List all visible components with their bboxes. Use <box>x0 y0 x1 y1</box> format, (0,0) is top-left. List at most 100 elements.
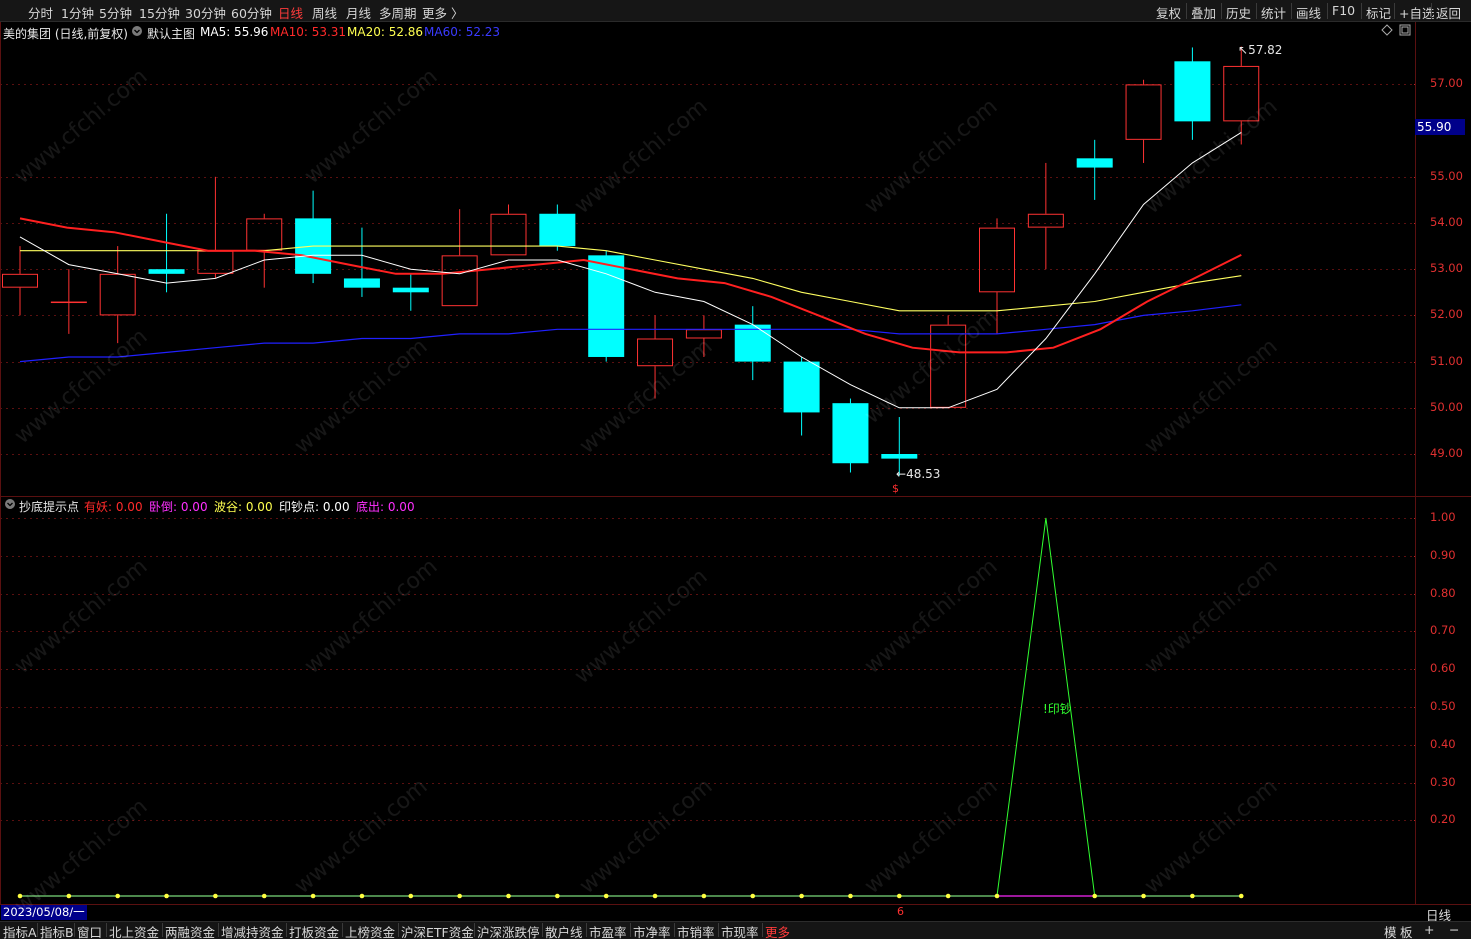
candlestick-chart[interactable] <box>0 40 1415 496</box>
indicator-value-4: 底出: 0.00 <box>356 500 415 514</box>
bottom-tab-1[interactable]: 指标B <box>40 922 74 939</box>
candle[interactable] <box>441 209 478 307</box>
tool-button-3[interactable]: 统计 <box>1261 3 1286 22</box>
price-tick-2: 54.00 <box>1430 215 1463 229</box>
toolbar-separator <box>1221 3 1222 19</box>
bottom-tab-5[interactable]: 增减持资金 <box>221 922 284 939</box>
candle[interactable] <box>2 246 38 316</box>
candle[interactable] <box>979 218 1015 334</box>
candle[interactable] <box>734 306 771 381</box>
tool-button-7[interactable]: +自选 <box>1399 3 1434 22</box>
tool-button-1[interactable]: 叠加 <box>1191 3 1216 22</box>
tool-button-6[interactable]: 标记 <box>1366 3 1391 22</box>
tab-separator <box>74 923 75 937</box>
period-tab-3[interactable]: 15分钟 <box>139 3 180 22</box>
window-icon[interactable] <box>1399 24 1411 39</box>
toolbar-separator <box>1186 3 1187 19</box>
bottom-tab-6[interactable]: 打板资金 <box>289 922 339 939</box>
candle[interactable] <box>783 356 820 436</box>
arrow-left-icon: ↖ <box>1238 43 1249 57</box>
arrow-left-icon: ← <box>896 467 907 481</box>
ma20-value: MA20: 52.86 <box>347 25 424 39</box>
signal-dot <box>799 893 804 899</box>
indicator-tick-7: 0.30 <box>1430 774 1456 789</box>
indicator-tick-3: 0.70 <box>1430 623 1456 638</box>
tool-button-8[interactable]: 返回 <box>1436 3 1461 22</box>
signal-dot <box>603 893 609 899</box>
tab-separator <box>286 923 287 937</box>
diamond-icon[interactable] <box>1381 24 1393 39</box>
day-mark: 6 <box>897 905 904 918</box>
bottom-right-control-2[interactable]: + <box>1424 922 1434 937</box>
bottom-tab-0[interactable]: 指标A <box>3 922 37 939</box>
price-tick-7: 49.00 <box>1430 446 1463 460</box>
signal-marker-s: $ <box>892 482 899 495</box>
tool-button-4[interactable]: 画线 <box>1296 3 1321 22</box>
bottom-tab-9[interactable]: 沪深涨跌停 <box>477 922 540 939</box>
ma60-line <box>19 304 1242 363</box>
signal-dot <box>701 893 707 899</box>
period-tab-2[interactable]: 5分钟 <box>99 3 132 22</box>
candle[interactable] <box>1125 79 1162 163</box>
tab-separator <box>398 923 399 937</box>
bottom-tab-7[interactable]: 上榜资金 <box>345 922 395 939</box>
candle[interactable] <box>490 204 527 256</box>
period-tab-0[interactable]: 分时 <box>28 3 53 22</box>
candle[interactable] <box>685 315 722 357</box>
candle[interactable] <box>637 315 674 399</box>
indicator-value-3: 印钞点: 0.00 <box>279 500 350 514</box>
candle[interactable] <box>539 204 576 251</box>
period-tab-5[interactable]: 60分钟 <box>231 3 272 22</box>
period-tab-10[interactable]: 更多 〉 <box>422 3 463 22</box>
bottom-tab-8[interactable]: 沪深ETF资金 <box>401 922 474 939</box>
candle[interactable] <box>392 273 429 311</box>
candle[interactable] <box>295 190 332 284</box>
candle[interactable] <box>50 269 87 334</box>
period-tab-6[interactable]: 日线 <box>278 3 303 22</box>
period-tab-8[interactable]: 月线 <box>346 3 371 22</box>
indicator-tick-1: 0.90 <box>1430 547 1456 562</box>
tool-button-5[interactable]: F10 <box>1332 3 1355 18</box>
bottom-tab-14[interactable]: 市现率 <box>721 922 759 939</box>
bottom-tab-12[interactable]: 市净率 <box>633 922 671 939</box>
signal-dot <box>1092 893 1097 899</box>
candle[interactable] <box>1223 46 1260 145</box>
candle[interactable] <box>1027 162 1064 270</box>
period-tab-7[interactable]: 周线 <box>312 3 337 22</box>
candle[interactable] <box>930 315 967 408</box>
bottom-right-control-0[interactable]: 模 <box>1384 922 1397 939</box>
candle[interactable] <box>1076 139 1113 200</box>
bottom-tab-10[interactable]: 散户线 <box>545 922 583 939</box>
candle[interactable] <box>197 176 234 279</box>
bottom-tab-4[interactable]: 两融资金 <box>165 922 215 939</box>
indicator-name[interactable]: 抄底提示点 <box>19 498 79 515</box>
candle[interactable] <box>832 398 869 473</box>
indicator-chart[interactable] <box>0 514 1415 904</box>
signal-dot <box>750 893 756 899</box>
period-tab-9[interactable]: 多周期 <box>379 3 417 22</box>
indicator-value-0: 有妖: 0.00 <box>84 500 143 514</box>
tool-button-0[interactable]: 复权 <box>1156 3 1181 22</box>
period-tab-1[interactable]: 1分钟 <box>61 3 94 22</box>
signal-dot <box>115 893 120 899</box>
tab-separator <box>542 923 543 937</box>
bottom-tab-2[interactable]: 窗口 <box>77 922 102 939</box>
low-price-label: ←48.53 <box>896 467 941 481</box>
bottom-tab-11[interactable]: 市盈率 <box>589 922 627 939</box>
candles <box>2 46 1260 476</box>
signal-dot <box>506 893 511 899</box>
bottom-right-control-1[interactable]: 板 <box>1400 922 1413 939</box>
tool-button-2[interactable]: 历史 <box>1226 3 1251 22</box>
indicator-toggle[interactable] <box>4 497 16 512</box>
bottom-tab-15[interactable]: 更多 <box>765 922 790 939</box>
signal-dot <box>310 893 316 899</box>
bottom-tab-3[interactable]: 北上资金 <box>109 922 159 939</box>
tab-separator <box>218 923 219 937</box>
template-selector[interactable] <box>131 24 143 39</box>
candle[interactable] <box>99 246 136 344</box>
bottom-right-control-3[interactable]: − <box>1449 922 1459 937</box>
candle[interactable] <box>1174 47 1211 140</box>
bottom-tab-13[interactable]: 市销率 <box>677 922 715 939</box>
period-tab-4[interactable]: 30分钟 <box>185 3 226 22</box>
candle[interactable] <box>343 227 380 297</box>
